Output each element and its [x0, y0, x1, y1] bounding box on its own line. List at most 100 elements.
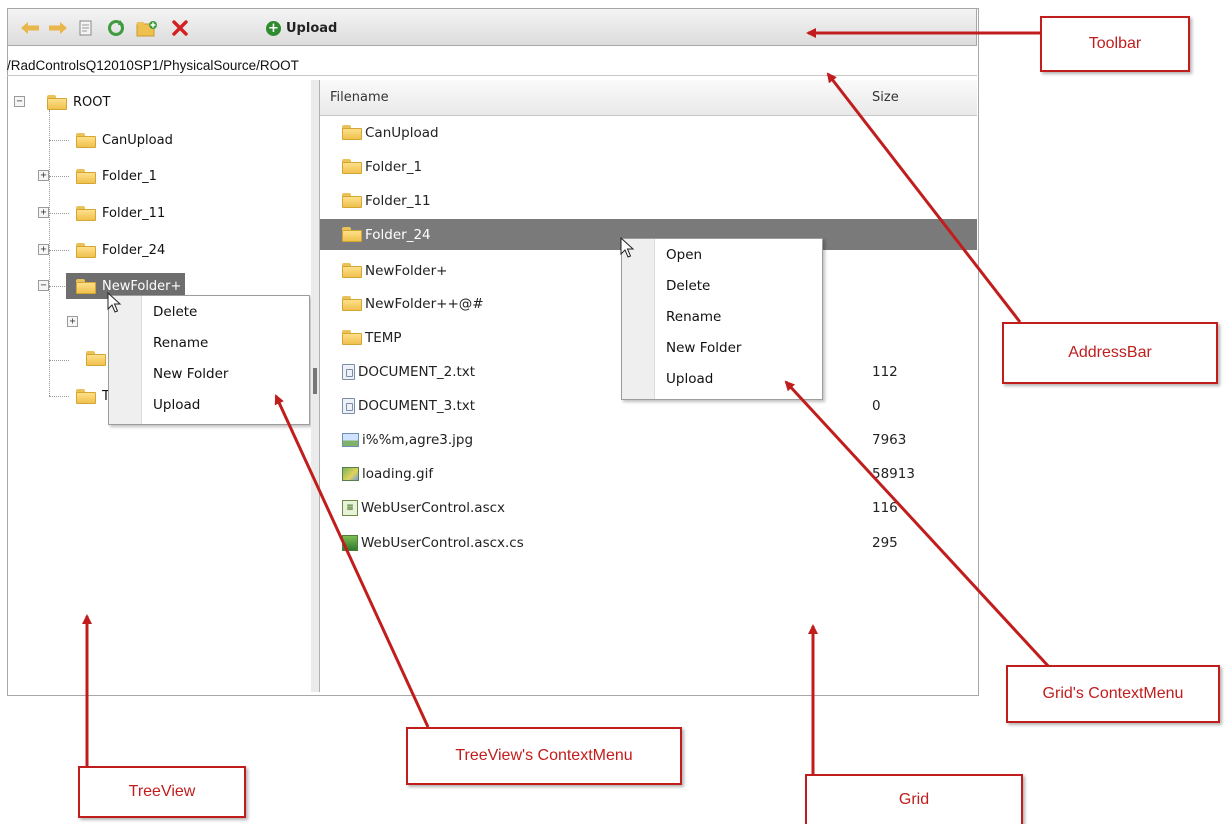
grid-row[interactable]: CanUpload [320, 117, 977, 148]
grid-menu-delete[interactable]: Delete [666, 278, 710, 294]
grid-menu-upload[interactable]: Upload [666, 371, 713, 387]
grid-row[interactable]: Folder_1 [320, 151, 977, 182]
grid-row[interactable]: loading.gif 58913 [320, 458, 977, 489]
grid-filename: DOCUMENT_3.txt [358, 397, 476, 414]
grid-filename: WebUserControl.ascx [361, 499, 506, 516]
folder-icon [76, 205, 96, 221]
tree-item-label: Folder_24 [102, 242, 166, 258]
refresh-icon[interactable] [104, 17, 128, 39]
grid-filename: TEMP [365, 329, 402, 346]
image-file-icon [342, 432, 359, 447]
gif-file-icon [342, 466, 359, 481]
grid-filename: WebUserControl.ascx.cs [361, 534, 524, 551]
tree-item-label: Folder_1 [102, 168, 157, 184]
back-icon[interactable] [18, 17, 42, 39]
upload-button[interactable]: + Upload [266, 18, 337, 38]
folder-icon [342, 193, 362, 208]
callout-grid: Grid [805, 774, 1023, 824]
tree-item-partial-t[interactable]: T [76, 384, 110, 408]
tree-item-label: CanUpload [102, 132, 173, 148]
folder-icon [342, 227, 362, 242]
folder-icon [342, 263, 362, 278]
forward-icon[interactable] [46, 17, 70, 39]
folder-icon [86, 350, 106, 366]
folder-icon [342, 159, 362, 174]
expand-toggle[interactable]: + [38, 170, 49, 181]
folder-icon [76, 168, 96, 184]
tree-item-canupload[interactable]: CanUpload [76, 128, 173, 152]
grid-filename: Folder_1 [365, 158, 423, 175]
tree-menu-upload[interactable]: Upload [153, 397, 200, 413]
column-header-size[interactable]: Size [872, 90, 899, 105]
text-file-icon [342, 363, 355, 380]
grid-filename: DOCUMENT_2.txt [358, 363, 476, 380]
grid-header: Filename Size [320, 80, 977, 116]
tree-menu-rename[interactable]: Rename [153, 335, 208, 351]
upload-button-label: Upload [286, 20, 338, 36]
tree-connector [49, 360, 69, 361]
grid-menu-new-folder[interactable]: New Folder [666, 340, 741, 356]
mouse-cursor-icon [107, 292, 122, 313]
grid-size: 7963 [872, 431, 907, 448]
upload-plus-icon: + [266, 20, 281, 36]
expand-toggle[interactable]: + [38, 207, 49, 218]
toolbar: + Upload [7, 8, 977, 46]
grid-row[interactable]: WebUserControl.ascx.cs 295 [320, 527, 977, 558]
grid-filename: Folder_11 [365, 192, 431, 209]
callout-addressbar: AddressBar [1002, 322, 1218, 384]
tree-menu-delete[interactable]: Delete [153, 304, 197, 320]
new-folder-icon[interactable] [135, 17, 159, 39]
grid-filename: Folder_24 [365, 226, 431, 243]
grid-filename: NewFolder++@# [365, 295, 484, 312]
tree-connector [49, 396, 69, 397]
folder-icon [76, 132, 96, 148]
tree-connector [49, 250, 69, 251]
callout-treeview-context-menu: TreeView's ContextMenu [406, 727, 682, 785]
treeview-context-menu: Delete Rename New Folder Upload [108, 295, 310, 425]
grid-row[interactable]: Folder_11 [320, 185, 977, 216]
ascx-file-icon: ≡ [342, 499, 358, 516]
callout-grid-context-menu: Grid's ContextMenu [1006, 665, 1220, 723]
text-file-icon [342, 397, 355, 414]
folder-icon [76, 388, 96, 404]
collapse-toggle[interactable]: − [38, 280, 49, 291]
grid-size: 112 [872, 363, 898, 380]
tree-item-root[interactable]: ROOT [47, 90, 110, 114]
tree-connector [49, 110, 50, 396]
collapse-toggle[interactable]: − [14, 96, 25, 107]
splitter-collapse-handle[interactable] [313, 368, 317, 394]
address-bar[interactable]: /RadControlsQ12010SP1/PhysicalSource/ROO… [7, 56, 977, 76]
grid-size: 0 [872, 397, 881, 414]
grid-filename: i%%m,agre3.jpg [362, 431, 474, 448]
grid-filename: loading.gif [362, 465, 434, 482]
tree-item-folder-11[interactable]: Folder_11 [76, 201, 165, 225]
tree-item-folder-1[interactable]: Folder_1 [76, 164, 157, 188]
tree-connector [49, 140, 69, 141]
grid-context-menu: Open Delete Rename New Folder Upload [621, 238, 823, 400]
tree-connector [49, 176, 69, 177]
folder-icon [76, 278, 96, 294]
column-header-filename[interactable]: Filename [330, 90, 389, 105]
grid-menu-rename[interactable]: Rename [666, 309, 721, 325]
callout-treeview: TreeView [78, 766, 246, 818]
grid-menu-open[interactable]: Open [666, 247, 702, 263]
folder-icon [342, 330, 362, 345]
grid-row[interactable]: i%%m,agre3.jpg 7963 [320, 424, 977, 455]
tree-connector [49, 213, 69, 214]
callout-toolbar: Toolbar [1040, 16, 1190, 72]
tree-menu-new-folder[interactable]: New Folder [153, 366, 228, 382]
grid-filename: NewFolder+ [365, 262, 448, 279]
tree-item-label: Folder_11 [102, 205, 166, 221]
grid-row[interactable]: ≡ WebUserControl.ascx 116 [320, 492, 977, 523]
expand-toggle[interactable]: + [38, 244, 49, 255]
grid-size: 295 [872, 534, 898, 551]
folder-icon [342, 296, 362, 311]
grid-filename: CanUpload [365, 124, 439, 141]
new-document-icon[interactable] [74, 17, 98, 39]
folder-icon [47, 94, 67, 110]
tree-item-folder-24[interactable]: Folder_24 [76, 238, 165, 262]
mouse-cursor-icon [620, 237, 635, 258]
delete-icon[interactable] [168, 17, 192, 39]
expand-toggle[interactable]: + [67, 316, 78, 327]
grid-size: 58913 [872, 465, 915, 482]
